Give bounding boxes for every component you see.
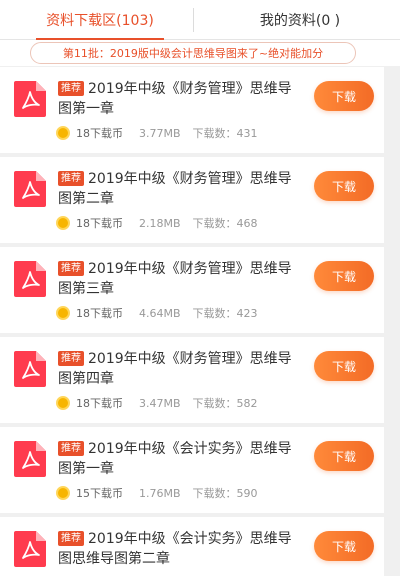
recommend-badge: 推荐: [58, 171, 84, 186]
item-title[interactable]: 推荐 2019年中级《会计实务》思维导图第一章: [58, 439, 298, 479]
download-button[interactable]: 下载: [314, 441, 374, 471]
pdf-file-icon: [14, 171, 46, 207]
item-meta: 18下载币 4.64MB 下载数：423: [56, 305, 258, 321]
list-item[interactable]: 推荐 2019年中级《会计实务》思维导图第一章 15下载币 1.76MB 下载数：…: [0, 427, 384, 513]
tab-download-area[interactable]: 资料下载区(103): [0, 0, 200, 40]
tab-my-materials[interactable]: 我的资料(0 ): [200, 0, 400, 39]
tab-divider: [193, 8, 194, 32]
download-button[interactable]: 下载: [314, 171, 374, 201]
item-cost: 18下载币: [76, 127, 123, 140]
item-meta: 18下载币 3.77MB 下载数：431: [56, 125, 258, 141]
item-size: 1.76MB: [139, 486, 181, 500]
coin-icon: [56, 306, 70, 320]
pdf-file-icon: [14, 441, 46, 477]
item-title[interactable]: 推荐 2019年中级《财务管理》思维导图第二章: [58, 169, 298, 209]
recommend-badge: 推荐: [58, 351, 84, 366]
item-download-count: 下载数：431: [192, 127, 258, 140]
download-button[interactable]: 下载: [314, 81, 374, 111]
item-size: 2.18MB: [139, 216, 181, 230]
list-item[interactable]: 推荐 2019年中级《财务管理》思维导图第二章 18下载币 2.18MB 下载数：…: [0, 157, 384, 243]
item-title-text: 2019年中级《财务管理》思维导图第三章: [58, 261, 292, 297]
item-cost: 15下载币: [76, 487, 123, 500]
item-cost: 18下载币: [76, 397, 123, 410]
recommend-badge: 推荐: [58, 261, 84, 276]
list-item[interactable]: 推荐 2019年中级《财务管理》思维导图第四章 18下载币 3.47MB 下载数：…: [0, 337, 384, 423]
item-meta: 18下载币 3.47MB 下载数：582: [56, 395, 258, 411]
recommend-badge: 推荐: [58, 531, 84, 546]
download-button[interactable]: 下载: [314, 531, 374, 561]
item-cost: 18下载币: [76, 217, 123, 230]
list-item[interactable]: 推荐 2019年中级《会计实务》思维导图思维导图第二章 下载: [0, 517, 384, 576]
notice-bar: 第11批：2019版中级会计思维导图来了~绝对能加分: [0, 40, 400, 66]
item-meta: 18下载币 2.18MB 下载数：468: [56, 215, 258, 231]
coin-icon: [56, 216, 70, 230]
notice-banner[interactable]: 第11批：2019版中级会计思维导图来了~绝对能加分: [30, 42, 356, 64]
pdf-file-icon: [14, 261, 46, 297]
item-size: 3.47MB: [139, 396, 181, 410]
item-size: 4.64MB: [139, 306, 181, 320]
item-download-count: 下载数：590: [192, 487, 258, 500]
item-title-text: 2019年中级《会计实务》思维导图思维导图第二章: [58, 531, 292, 567]
pdf-file-icon: [14, 81, 46, 117]
tab-bar: 资料下载区(103) 我的资料(0 ): [0, 0, 400, 40]
item-title[interactable]: 推荐 2019年中级《财务管理》思维导图第一章: [58, 79, 298, 119]
item-size: 3.77MB: [139, 126, 181, 140]
list-item[interactable]: 推荐 2019年中级《财务管理》思维导图第三章 18下载币 4.64MB 下载数：…: [0, 247, 384, 333]
item-title-text: 2019年中级《财务管理》思维导图第一章: [58, 81, 292, 117]
item-download-count: 下载数：582: [192, 397, 258, 410]
download-button[interactable]: 下载: [314, 261, 374, 291]
item-title-text: 2019年中级《财务管理》思维导图第四章: [58, 351, 292, 387]
recommend-badge: 推荐: [58, 81, 84, 96]
item-title-text: 2019年中级《财务管理》思维导图第二章: [58, 171, 292, 207]
download-button[interactable]: 下载: [314, 351, 374, 381]
coin-icon: [56, 486, 70, 500]
item-download-count: 下载数：468: [192, 217, 258, 230]
list-item[interactable]: 推荐 2019年中级《财务管理》思维导图第一章 18下载币 3.77MB 下载数：…: [0, 67, 384, 153]
item-title[interactable]: 推荐 2019年中级《财务管理》思维导图第四章: [58, 349, 298, 389]
item-download-count: 下载数：423: [192, 307, 258, 320]
coin-icon: [56, 126, 70, 140]
item-meta: 15下载币 1.76MB 下载数：590: [56, 485, 258, 501]
item-title[interactable]: 推荐 2019年中级《会计实务》思维导图思维导图第二章: [58, 529, 298, 569]
item-title[interactable]: 推荐 2019年中级《财务管理》思维导图第三章: [58, 259, 298, 299]
item-cost: 18下载币: [76, 307, 123, 320]
pdf-file-icon: [14, 531, 46, 567]
recommend-badge: 推荐: [58, 441, 84, 456]
item-title-text: 2019年中级《会计实务》思维导图第一章: [58, 441, 292, 477]
pdf-file-icon: [14, 351, 46, 387]
coin-icon: [56, 396, 70, 410]
